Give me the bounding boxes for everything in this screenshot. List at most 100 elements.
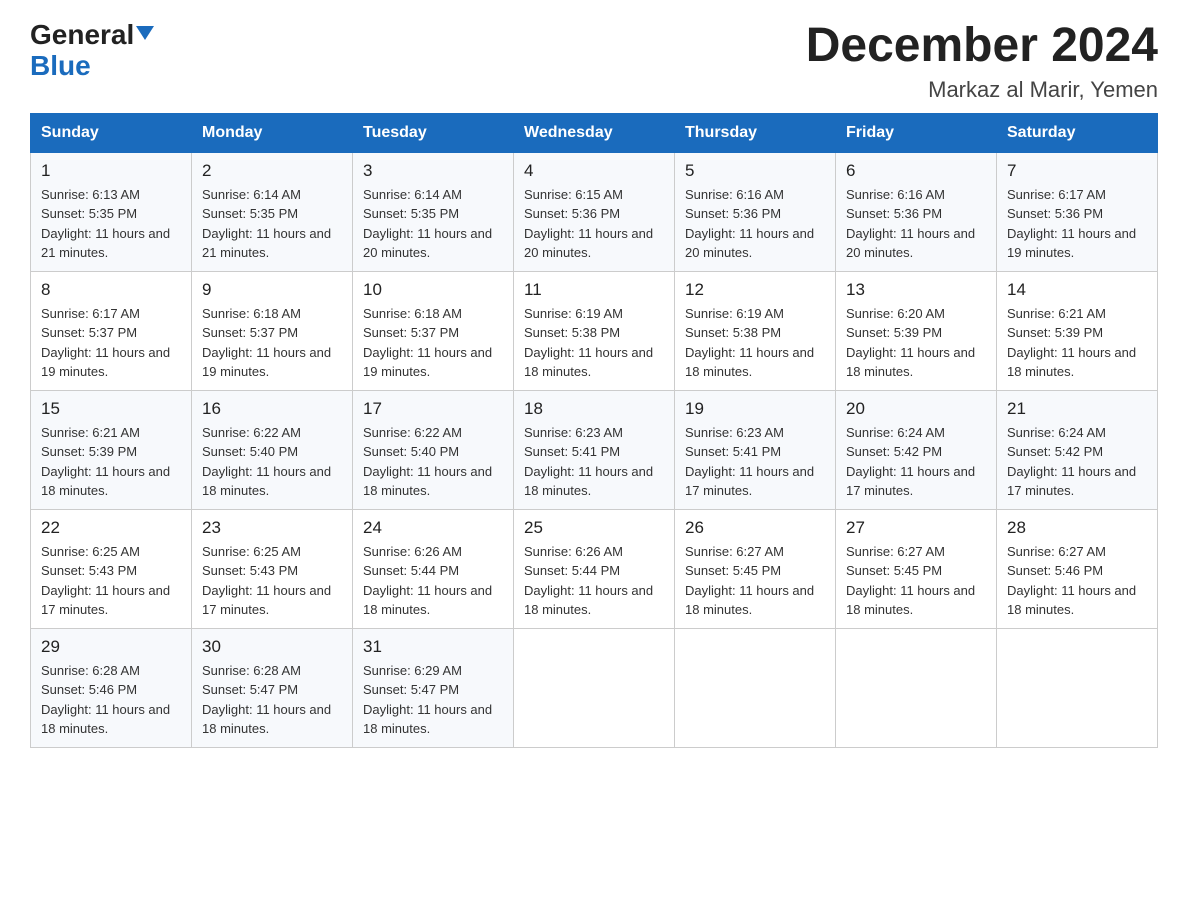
calendar-week-row: 8 Sunrise: 6:17 AMSunset: 5:37 PMDayligh… <box>31 271 1158 390</box>
day-number: 14 <box>1007 280 1147 300</box>
day-info: Sunrise: 6:27 AMSunset: 5:45 PMDaylight:… <box>846 544 975 618</box>
day-number: 18 <box>524 399 664 419</box>
table-row: 8 Sunrise: 6:17 AMSunset: 5:37 PMDayligh… <box>31 271 192 390</box>
table-row: 18 Sunrise: 6:23 AMSunset: 5:41 PMDaylig… <box>514 390 675 509</box>
logo-general-text: General <box>30 20 154 51</box>
day-number: 3 <box>363 161 503 181</box>
calendar-title: December 2024 <box>806 20 1158 73</box>
table-row: 15 Sunrise: 6:21 AMSunset: 5:39 PMDaylig… <box>31 390 192 509</box>
day-info: Sunrise: 6:19 AMSunset: 5:38 PMDaylight:… <box>524 306 653 380</box>
day-info: Sunrise: 6:21 AMSunset: 5:39 PMDaylight:… <box>41 425 170 499</box>
table-row: 26 Sunrise: 6:27 AMSunset: 5:45 PMDaylig… <box>675 509 836 628</box>
table-row: 30 Sunrise: 6:28 AMSunset: 5:47 PMDaylig… <box>192 628 353 747</box>
day-number: 19 <box>685 399 825 419</box>
logo-blue-text: Blue <box>30 51 154 82</box>
table-row: 27 Sunrise: 6:27 AMSunset: 5:45 PMDaylig… <box>836 509 997 628</box>
day-number: 5 <box>685 161 825 181</box>
day-number: 28 <box>1007 518 1147 538</box>
calendar-table: Sunday Monday Tuesday Wednesday Thursday… <box>30 113 1158 748</box>
table-row: 16 Sunrise: 6:22 AMSunset: 5:40 PMDaylig… <box>192 390 353 509</box>
day-info: Sunrise: 6:15 AMSunset: 5:36 PMDaylight:… <box>524 187 653 261</box>
table-row: 14 Sunrise: 6:21 AMSunset: 5:39 PMDaylig… <box>997 271 1158 390</box>
table-row: 29 Sunrise: 6:28 AMSunset: 5:46 PMDaylig… <box>31 628 192 747</box>
day-info: Sunrise: 6:24 AMSunset: 5:42 PMDaylight:… <box>846 425 975 499</box>
day-info: Sunrise: 6:18 AMSunset: 5:37 PMDaylight:… <box>202 306 331 380</box>
day-number: 21 <box>1007 399 1147 419</box>
day-info: Sunrise: 6:17 AMSunset: 5:37 PMDaylight:… <box>41 306 170 380</box>
table-row: 7 Sunrise: 6:17 AMSunset: 5:36 PMDayligh… <box>997 152 1158 271</box>
day-info: Sunrise: 6:16 AMSunset: 5:36 PMDaylight:… <box>685 187 814 261</box>
day-number: 31 <box>363 637 503 657</box>
calendar-week-row: 22 Sunrise: 6:25 AMSunset: 5:43 PMDaylig… <box>31 509 1158 628</box>
day-info: Sunrise: 6:14 AMSunset: 5:35 PMDaylight:… <box>202 187 331 261</box>
day-info: Sunrise: 6:23 AMSunset: 5:41 PMDaylight:… <box>685 425 814 499</box>
day-number: 15 <box>41 399 181 419</box>
day-number: 4 <box>524 161 664 181</box>
day-number: 25 <box>524 518 664 538</box>
calendar-week-row: 1 Sunrise: 6:13 AMSunset: 5:35 PMDayligh… <box>31 152 1158 271</box>
table-row: 13 Sunrise: 6:20 AMSunset: 5:39 PMDaylig… <box>836 271 997 390</box>
day-info: Sunrise: 6:20 AMSunset: 5:39 PMDaylight:… <box>846 306 975 380</box>
day-number: 17 <box>363 399 503 419</box>
header-thursday: Thursday <box>675 113 836 152</box>
table-row: 31 Sunrise: 6:29 AMSunset: 5:47 PMDaylig… <box>353 628 514 747</box>
day-info: Sunrise: 6:16 AMSunset: 5:36 PMDaylight:… <box>846 187 975 261</box>
day-number: 8 <box>41 280 181 300</box>
header-wednesday: Wednesday <box>514 113 675 152</box>
day-info: Sunrise: 6:28 AMSunset: 5:46 PMDaylight:… <box>41 663 170 737</box>
day-info: Sunrise: 6:22 AMSunset: 5:40 PMDaylight:… <box>363 425 492 499</box>
day-info: Sunrise: 6:27 AMSunset: 5:46 PMDaylight:… <box>1007 544 1136 618</box>
header-friday: Friday <box>836 113 997 152</box>
day-info: Sunrise: 6:26 AMSunset: 5:44 PMDaylight:… <box>363 544 492 618</box>
day-info: Sunrise: 6:23 AMSunset: 5:41 PMDaylight:… <box>524 425 653 499</box>
day-number: 16 <box>202 399 342 419</box>
day-info: Sunrise: 6:24 AMSunset: 5:42 PMDaylight:… <box>1007 425 1136 499</box>
day-number: 27 <box>846 518 986 538</box>
table-row: 1 Sunrise: 6:13 AMSunset: 5:35 PMDayligh… <box>31 152 192 271</box>
page-header: General Blue December 2024 Markaz al Mar… <box>30 20 1158 103</box>
table-row <box>997 628 1158 747</box>
day-number: 24 <box>363 518 503 538</box>
day-info: Sunrise: 6:29 AMSunset: 5:47 PMDaylight:… <box>363 663 492 737</box>
weekday-header-row: Sunday Monday Tuesday Wednesday Thursday… <box>31 113 1158 152</box>
table-row: 21 Sunrise: 6:24 AMSunset: 5:42 PMDaylig… <box>997 390 1158 509</box>
day-info: Sunrise: 6:28 AMSunset: 5:47 PMDaylight:… <box>202 663 331 737</box>
header-tuesday: Tuesday <box>353 113 514 152</box>
day-number: 26 <box>685 518 825 538</box>
day-info: Sunrise: 6:27 AMSunset: 5:45 PMDaylight:… <box>685 544 814 618</box>
day-number: 10 <box>363 280 503 300</box>
table-row: 20 Sunrise: 6:24 AMSunset: 5:42 PMDaylig… <box>836 390 997 509</box>
day-number: 30 <box>202 637 342 657</box>
table-row: 6 Sunrise: 6:16 AMSunset: 5:36 PMDayligh… <box>836 152 997 271</box>
day-number: 11 <box>524 280 664 300</box>
day-info: Sunrise: 6:25 AMSunset: 5:43 PMDaylight:… <box>41 544 170 618</box>
day-info: Sunrise: 6:19 AMSunset: 5:38 PMDaylight:… <box>685 306 814 380</box>
day-number: 2 <box>202 161 342 181</box>
day-info: Sunrise: 6:21 AMSunset: 5:39 PMDaylight:… <box>1007 306 1136 380</box>
day-info: Sunrise: 6:26 AMSunset: 5:44 PMDaylight:… <box>524 544 653 618</box>
table-row: 5 Sunrise: 6:16 AMSunset: 5:36 PMDayligh… <box>675 152 836 271</box>
calendar-week-row: 15 Sunrise: 6:21 AMSunset: 5:39 PMDaylig… <box>31 390 1158 509</box>
logo: General Blue <box>30 20 154 82</box>
table-row: 9 Sunrise: 6:18 AMSunset: 5:37 PMDayligh… <box>192 271 353 390</box>
day-number: 9 <box>202 280 342 300</box>
table-row: 22 Sunrise: 6:25 AMSunset: 5:43 PMDaylig… <box>31 509 192 628</box>
table-row: 11 Sunrise: 6:19 AMSunset: 5:38 PMDaylig… <box>514 271 675 390</box>
table-row: 23 Sunrise: 6:25 AMSunset: 5:43 PMDaylig… <box>192 509 353 628</box>
calendar-location: Markaz al Marir, Yemen <box>806 77 1158 103</box>
day-number: 20 <box>846 399 986 419</box>
table-row: 19 Sunrise: 6:23 AMSunset: 5:41 PMDaylig… <box>675 390 836 509</box>
day-info: Sunrise: 6:14 AMSunset: 5:35 PMDaylight:… <box>363 187 492 261</box>
day-number: 7 <box>1007 161 1147 181</box>
calendar-week-row: 29 Sunrise: 6:28 AMSunset: 5:46 PMDaylig… <box>31 628 1158 747</box>
table-row <box>836 628 997 747</box>
day-info: Sunrise: 6:22 AMSunset: 5:40 PMDaylight:… <box>202 425 331 499</box>
day-number: 22 <box>41 518 181 538</box>
header-monday: Monday <box>192 113 353 152</box>
title-block: December 2024 Markaz al Marir, Yemen <box>806 20 1158 103</box>
table-row: 28 Sunrise: 6:27 AMSunset: 5:46 PMDaylig… <box>997 509 1158 628</box>
day-number: 6 <box>846 161 986 181</box>
logo-triangle-icon <box>136 26 154 40</box>
day-number: 1 <box>41 161 181 181</box>
table-row: 17 Sunrise: 6:22 AMSunset: 5:40 PMDaylig… <box>353 390 514 509</box>
